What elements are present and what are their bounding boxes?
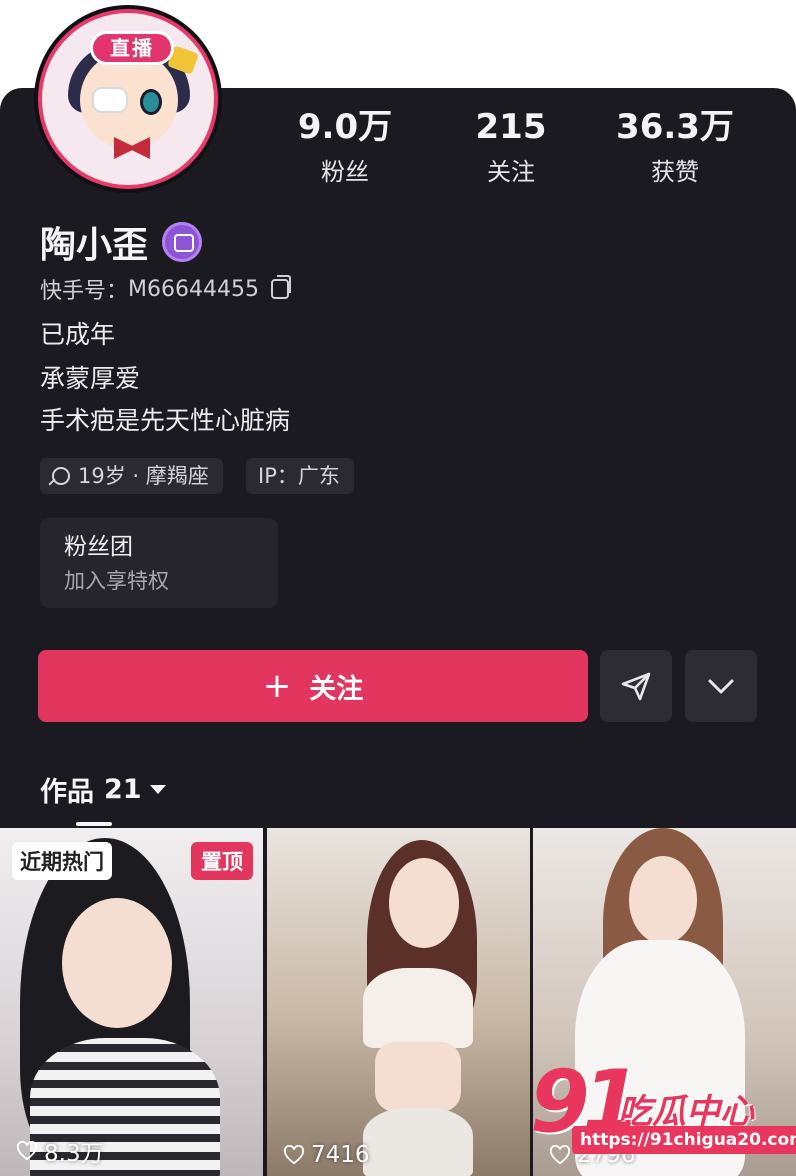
share-button[interactable] [600,650,672,722]
works-count: 21 [104,774,142,805]
stat-likes[interactable]: 36.3万 获赞 [600,108,750,187]
copy-icon[interactable] [270,275,291,299]
works-label: 作品 [40,777,94,808]
verified-badge-icon[interactable] [162,222,203,262]
video-thumbnail[interactable]: 近期热门 置顶 8.3万 [0,828,263,1176]
tab-works[interactable]: 作品 21 [40,770,166,809]
stat-value: 215 [475,107,547,147]
like-count-value: 7416 [311,1142,370,1168]
tab-underline [76,822,112,826]
user-id-row: 快手号： M66644455 [40,274,291,304]
user-id-value: M66644455 [128,276,259,302]
video-thumbnail[interactable]: 7416 [267,828,530,1176]
ip-tag: IP：广东 [246,458,354,494]
like-count: 7416 [283,1142,370,1168]
stat-following[interactable]: 215 关注 [436,108,586,187]
bio-line: 手术疤是先天性心脏病 [40,406,291,435]
like-count: 8.3万 [16,1134,104,1168]
heart-icon [283,1145,305,1165]
caret-down-icon [149,785,166,794]
name-row: 陶小歪 [40,218,203,266]
like-count-value: 8.3万 [44,1141,104,1167]
stat-label: 关注 [487,158,535,186]
stat-label: 粉丝 [321,158,369,186]
follow-button[interactable]: + 关注 [38,650,588,722]
age-text: 19岁 · 摩羯座 [78,464,209,488]
avatar[interactable]: 直播 [34,5,222,193]
profile-name: 陶小歪 [40,225,149,266]
fan-group-subtitle: 加入享特权 [64,569,169,593]
follow-label: 关注 [309,673,364,705]
bio-line: 承蒙厚爱 [40,364,141,393]
stat-label: 获赞 [651,158,699,186]
user-id-label: 快手号： [40,279,129,304]
fan-group-card[interactable]: 粉丝团 加入享特权 [40,518,278,608]
stat-value: 36.3万 [616,107,734,147]
bio-line: 已成年 [40,320,116,349]
plus-icon: + [262,666,292,706]
heart-icon [16,1141,38,1161]
chevron-down-icon [708,679,734,694]
paper-plane-icon [621,672,651,701]
hot-badge: 近期热门 [12,842,112,880]
age-tag: 19岁 · 摩羯座 [40,458,223,494]
live-badge[interactable]: 直播 [90,31,174,65]
stat-fans[interactable]: 9.0万 粉丝 [270,108,420,187]
pinned-badge: 置顶 [191,842,253,880]
fan-group-title: 粉丝团 [64,534,133,560]
more-button[interactable] [685,650,757,722]
watermark-url: https://91chigua20.com [572,1126,796,1154]
female-icon [52,467,70,485]
stat-value: 9.0万 [297,107,393,147]
